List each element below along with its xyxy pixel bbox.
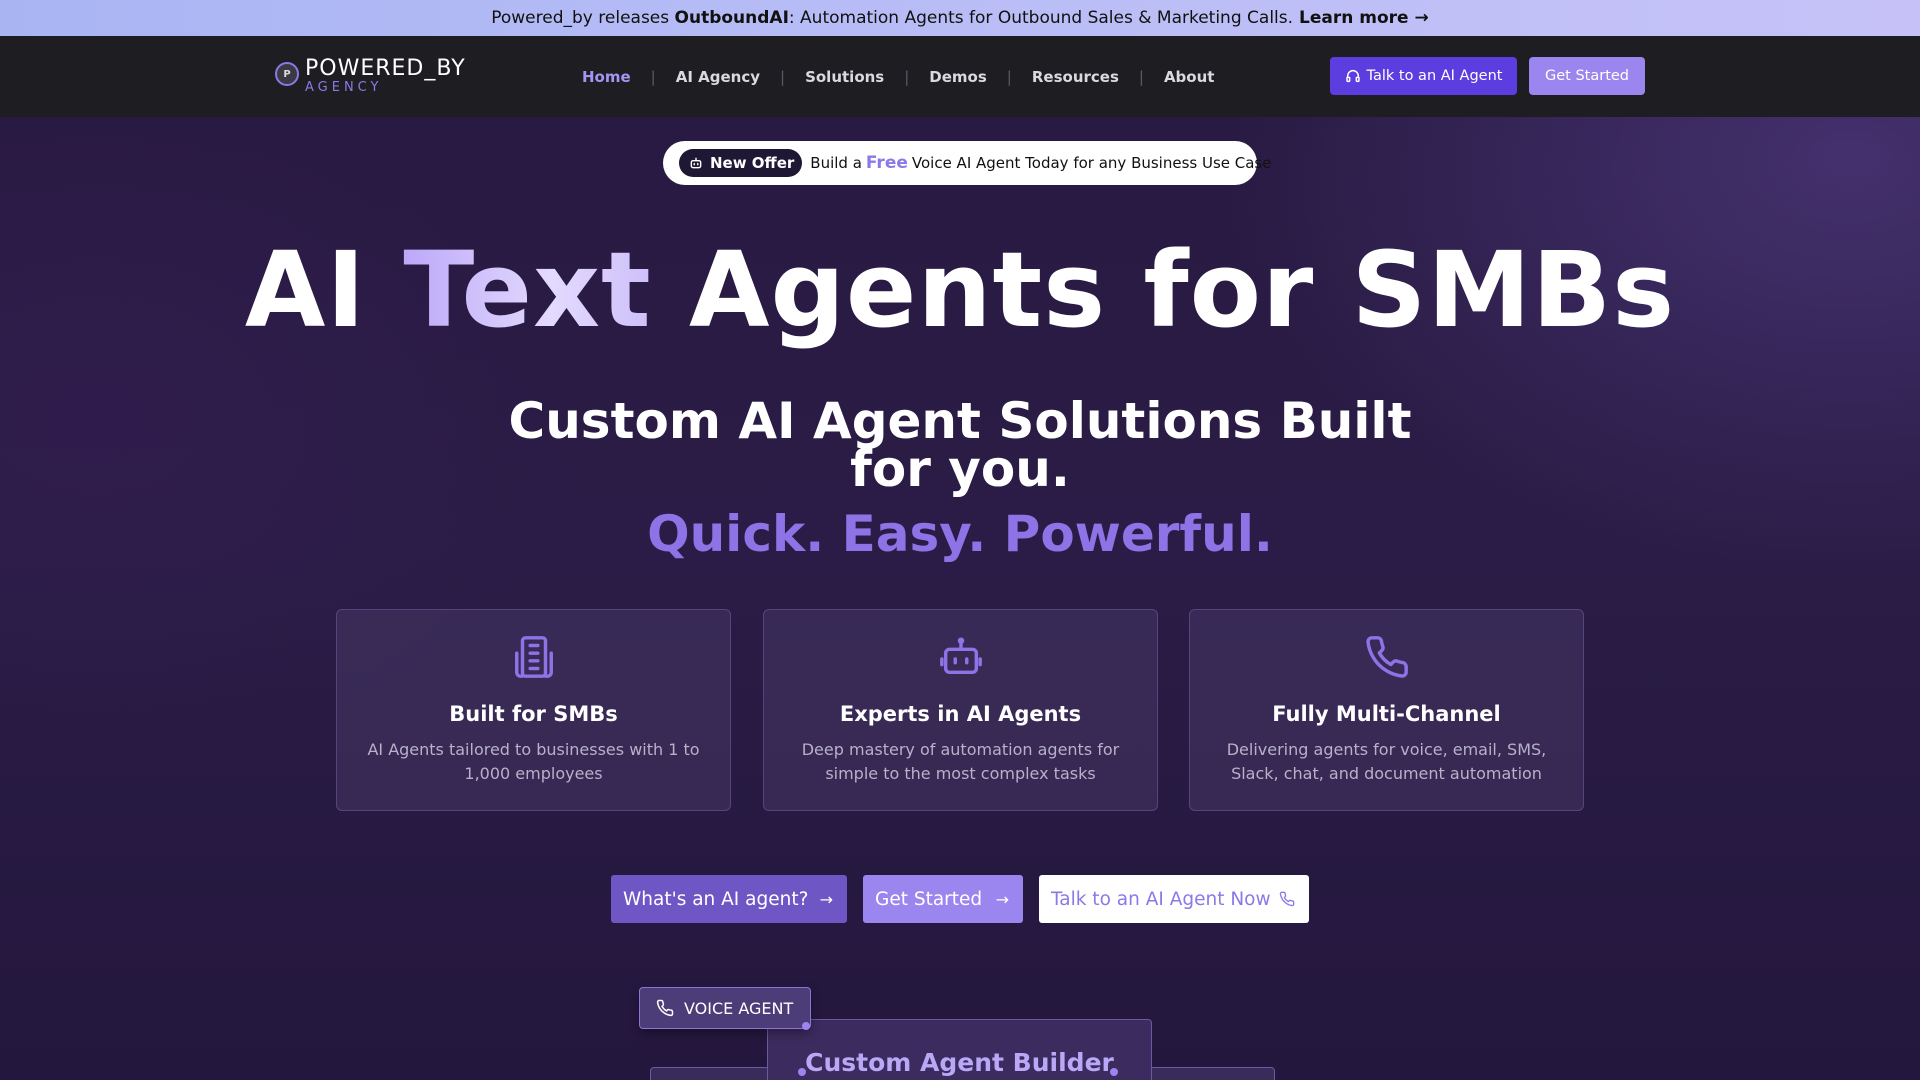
nav-item-home[interactable]: Home (582, 68, 631, 86)
robot-icon (939, 637, 982, 675)
talk-to-agent-now-label: Talk to an AI Agent Now (1051, 888, 1271, 910)
hero-title-pre: AI (244, 229, 367, 351)
feature-card-multichannel: Fully Multi-Channel Delivering agents fo… (1189, 609, 1584, 811)
nav-links: Home | AI Agency | Solutions | Demos | R… (582, 36, 1214, 117)
nav-item-demos[interactable]: Demos (929, 68, 987, 86)
nav-item-about[interactable]: About (1164, 68, 1215, 86)
nav-separator: | (1006, 67, 1012, 86)
feature-title: Experts in AI Agents (839, 702, 1082, 726)
talk-to-agent-now-button[interactable]: Talk to an AI Agent Now (1039, 875, 1309, 923)
new-offer-label: New Offer (710, 154, 795, 172)
hero-get-started-label: Get Started (875, 888, 983, 910)
nav-separator: | (650, 67, 656, 86)
hero-title: AI Text Agents for SMBs (0, 229, 1920, 351)
feature-desc: Delivering agents for voice, email, SMS,… (1226, 740, 1547, 783)
offer-text-post: Voice AI Agent Today for any Business Us… (911, 154, 1272, 172)
announcement-product: OutboundAI (674, 8, 789, 28)
connector-dot (802, 1022, 810, 1030)
phone-icon (656, 999, 674, 1017)
talk-to-agent-label: Talk to an AI Agent (1366, 68, 1503, 84)
navbar: P POWERED_BY AGENCY Home | AI Agency | S… (0, 36, 1920, 117)
nav-item-solutions[interactable]: Solutions (805, 68, 884, 86)
feature-card-experts: Experts in AI Agents Deep mastery of aut… (763, 609, 1158, 811)
voice-agent-label: VOICE AGENT (684, 998, 794, 1018)
logo[interactable]: P POWERED_BY AGENCY (275, 58, 466, 94)
new-offer-badge: New Offer (679, 149, 803, 177)
nav-separator: | (904, 67, 910, 86)
building-icon (514, 636, 553, 678)
nav-item-resources[interactable]: Resources (1032, 68, 1119, 86)
connector-dot (1110, 1068, 1118, 1076)
hero-tagline: Quick. Easy. Powerful. (647, 505, 1273, 563)
logo-sub-text: AGENCY (305, 80, 383, 95)
custom-agent-builder-node: Custom Agent Builder (767, 1019, 1152, 1080)
nav-separator: | (780, 67, 786, 86)
phone-icon (1365, 636, 1408, 678)
offer-free-highlight: Free (865, 153, 908, 173)
arrow-right-icon: → (819, 889, 833, 909)
feature-title: Fully Multi-Channel (1272, 702, 1501, 726)
nav-item-ai-agency[interactable]: AI Agency (676, 68, 760, 86)
phone-icon (1279, 891, 1295, 907)
feature-title: Built for SMBs (449, 702, 618, 726)
headset-icon (1345, 70, 1360, 83)
hero-title-post: Agents for SMBs (689, 229, 1676, 351)
announcement-suffix: : Automation Agents for Outbound Sales &… (788, 8, 1294, 28)
feature-desc: AI Agents tailored to businesses with 1 … (367, 740, 700, 783)
hero-section: New Offer Build a Free Voice AI Agent To… (0, 117, 1920, 1080)
what-is-ai-agent-label: What's an AI agent? (623, 888, 809, 910)
feature-card-smbs: Built for SMBs AI Agents tailored to bus… (336, 609, 731, 811)
hero-title-highlight: Text (403, 229, 652, 351)
announcement-prefix: Powered_by releases (491, 8, 670, 28)
announcement-bar: Powered_by releases OutboundAI: Automati… (0, 0, 1920, 36)
learn-more-link[interactable]: Learn more → (1299, 8, 1429, 28)
custom-agent-builder-label: Custom Agent Builder (805, 1048, 1114, 1077)
hero-subtitle: Custom AI Agent Solutions Built for you. (508, 392, 1412, 498)
what-is-ai-agent-button[interactable]: What's an AI agent? → (611, 875, 847, 923)
connector-dot (798, 1068, 806, 1076)
new-offer-banner[interactable]: New Offer Build a Free Voice AI Agent To… (663, 141, 1271, 185)
logo-main-text: POWERED_BY (305, 56, 466, 81)
hero-get-started-button[interactable]: Get Started → (863, 875, 1023, 923)
talk-to-agent-button[interactable]: Talk to an AI Agent (1330, 57, 1517, 95)
voice-agent-chip[interactable]: VOICE AGENT (639, 987, 811, 1029)
offer-text-pre: Build a (810, 154, 862, 172)
bot-icon (690, 157, 702, 169)
arrow-right-icon: → (995, 889, 1009, 909)
nav-separator: | (1138, 67, 1144, 86)
feature-desc: Deep mastery of automation agents for si… (801, 740, 1120, 783)
logo-mark-icon: P (275, 62, 299, 86)
get-started-button[interactable]: Get Started (1529, 57, 1645, 95)
